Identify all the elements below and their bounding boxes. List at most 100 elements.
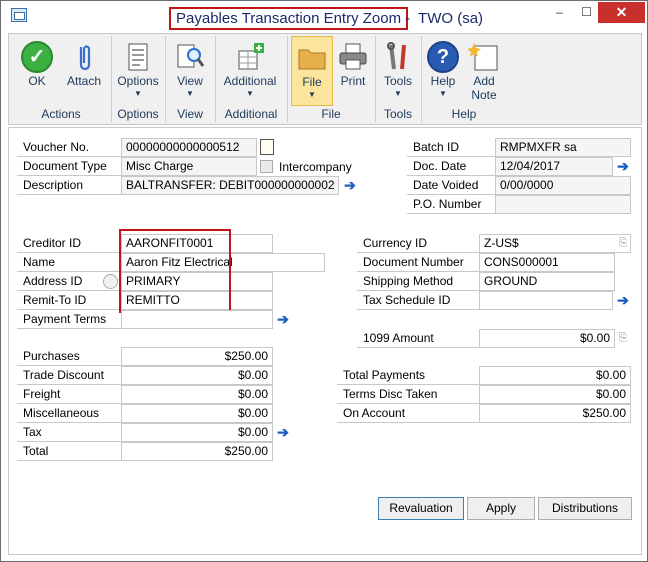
group-tools-label: Tools bbox=[383, 107, 412, 121]
total-label: Total bbox=[17, 442, 121, 461]
miscellaneous-label: Miscellaneous bbox=[17, 404, 121, 423]
on-account-label: On Account bbox=[337, 404, 479, 423]
distributions-button[interactable]: Distributions bbox=[538, 497, 632, 520]
address-lookup-button[interactable] bbox=[103, 274, 118, 289]
voucher-no-label: Voucher No. bbox=[17, 138, 121, 157]
window-title: Payables Transaction Entry Zoom bbox=[169, 7, 409, 30]
view-button[interactable]: View ▼ bbox=[169, 36, 211, 104]
magnifier-icon bbox=[174, 41, 206, 73]
note-icon bbox=[467, 41, 500, 73]
doc-date-label: Doc. Date bbox=[407, 157, 495, 176]
attach-button[interactable]: Attach bbox=[61, 36, 107, 104]
tax-schedule-field[interactable] bbox=[479, 291, 613, 310]
add-note-button[interactable]: Add Note bbox=[463, 36, 505, 104]
total-payments-field[interactable]: $0.00 bbox=[479, 366, 631, 385]
close-button[interactable]: ✕ bbox=[598, 2, 645, 23]
help-icon: ? bbox=[427, 41, 459, 73]
currency-expand-icon[interactable]: ⎘ bbox=[617, 236, 629, 251]
shipping-method-field[interactable]: GROUND bbox=[479, 272, 615, 291]
minimize-button[interactable]: – bbox=[546, 2, 573, 23]
terms-disc-taken-field[interactable]: $0.00 bbox=[479, 385, 631, 404]
maximize-button[interactable]: ☐ bbox=[573, 2, 600, 23]
terms-disc-taken-label: Terms Disc Taken bbox=[337, 385, 479, 404]
dropdown-arrow-icon: ▼ bbox=[186, 89, 194, 98]
name-label: Name bbox=[17, 253, 121, 272]
tools-icon bbox=[382, 41, 414, 73]
po-number-field[interactable] bbox=[495, 195, 631, 214]
total-payments-label: Total Payments bbox=[337, 366, 479, 385]
tax-label: Tax bbox=[17, 423, 121, 442]
tax-schedule-label: Tax Schedule ID bbox=[357, 291, 479, 310]
description-field[interactable]: BALTRANSFER: DEBIT000000000002 bbox=[121, 176, 339, 195]
window-title-company: - TWO (sa) bbox=[405, 10, 484, 27]
group-actions-label: Actions bbox=[41, 107, 81, 121]
ok-button[interactable]: ✓ OK bbox=[13, 36, 61, 104]
tools-button[interactable]: Tools ▼ bbox=[377, 36, 419, 104]
document-number-field[interactable]: CONS000001 bbox=[479, 253, 615, 272]
doc-date-field[interactable]: 12/04/2017 bbox=[495, 157, 613, 176]
remit-to-label: Remit-To ID bbox=[17, 291, 121, 310]
check-icon: ✓ bbox=[21, 41, 53, 73]
revaluation-button[interactable]: Revaluation bbox=[378, 497, 464, 520]
window: Payables Transaction Entry Zoom - TWO (s… bbox=[0, 0, 648, 562]
purchases-field[interactable]: $250.00 bbox=[121, 347, 273, 366]
date-voided-label: Date Voided bbox=[407, 176, 495, 195]
on-account-field[interactable]: $250.00 bbox=[479, 404, 631, 423]
purchases-label: Purchases bbox=[17, 347, 121, 366]
dropdown-arrow-icon: ▼ bbox=[246, 89, 254, 98]
amount-1099-expand-icon[interactable]: ⎘ bbox=[617, 331, 629, 346]
amount-1099-label: 1099 Amount bbox=[357, 329, 479, 348]
dropdown-arrow-icon: ▼ bbox=[394, 89, 402, 98]
freight-field[interactable]: $0.00 bbox=[121, 385, 273, 404]
trade-discount-label: Trade Discount bbox=[17, 366, 121, 385]
amount-1099-field[interactable]: $0.00 bbox=[479, 329, 615, 348]
print-button[interactable]: Print bbox=[333, 36, 373, 104]
additional-grid-icon bbox=[234, 41, 266, 73]
trade-discount-field[interactable]: $0.00 bbox=[121, 366, 273, 385]
tax-schedule-arrow-icon[interactable]: ➔ bbox=[614, 291, 632, 310]
payment-terms-label: Payment Terms bbox=[17, 310, 121, 329]
group-view-label: View bbox=[177, 107, 203, 121]
file-button[interactable]: File ▼ bbox=[291, 36, 333, 106]
payment-terms-field[interactable] bbox=[121, 310, 273, 329]
group-help-label: Help bbox=[451, 107, 477, 121]
help-button[interactable]: ? Help ▼ bbox=[423, 36, 463, 104]
total-field[interactable]: $250.00 bbox=[121, 442, 273, 461]
paperclip-icon bbox=[68, 41, 100, 73]
currency-id-label: Currency ID bbox=[357, 234, 479, 253]
document-type-field[interactable]: Misc Charge bbox=[121, 157, 257, 176]
intercompany-label: Intercompany bbox=[279, 160, 352, 174]
description-arrow-icon[interactable]: ➔ bbox=[341, 176, 359, 195]
batch-id-field[interactable]: RMPMXFR sa bbox=[495, 138, 631, 157]
group-file-label: File bbox=[321, 107, 341, 121]
group-options-label: Options bbox=[117, 107, 159, 121]
apply-button[interactable]: Apply bbox=[467, 497, 535, 520]
dropdown-arrow-icon: ▼ bbox=[134, 89, 142, 98]
options-list-icon bbox=[122, 41, 154, 73]
title-bar: Payables Transaction Entry Zoom - TWO (s… bbox=[1, 1, 647, 33]
voucher-no-field[interactable]: 00000000000000512 bbox=[121, 138, 257, 157]
document-type-label: Document Type bbox=[17, 157, 121, 176]
dropdown-arrow-icon: ▼ bbox=[308, 90, 316, 99]
note-page-icon[interactable] bbox=[260, 139, 274, 155]
shipping-method-label: Shipping Method bbox=[357, 272, 479, 291]
payment-terms-arrow-icon[interactable]: ➔ bbox=[274, 310, 292, 329]
tax-arrow-icon[interactable]: ➔ bbox=[274, 423, 292, 442]
intercompany-checkbox[interactable] bbox=[260, 160, 273, 173]
tax-field[interactable]: $0.00 bbox=[121, 423, 273, 442]
po-number-label: P.O. Number bbox=[407, 195, 495, 214]
dropdown-arrow-icon: ▼ bbox=[439, 89, 447, 98]
creditor-highlight-box bbox=[119, 229, 231, 313]
creditor-id-label: Creditor ID bbox=[17, 234, 121, 253]
miscellaneous-field[interactable]: $0.00 bbox=[121, 404, 273, 423]
freight-label: Freight bbox=[17, 385, 121, 404]
app-icon bbox=[11, 8, 27, 22]
currency-id-field[interactable]: Z-US$ bbox=[479, 234, 631, 253]
doc-date-arrow-icon[interactable]: ➔ bbox=[614, 157, 632, 176]
options-button[interactable]: Options ▼ bbox=[115, 36, 161, 104]
description-label: Description bbox=[17, 176, 121, 195]
additional-button[interactable]: Additional ▼ bbox=[217, 36, 283, 104]
form-area: Voucher No. 00000000000000512 Document T… bbox=[8, 127, 642, 555]
ribbon-toolbar: ✓ OK Attach Options ▼ View ▼ Additional … bbox=[8, 33, 642, 125]
date-voided-field[interactable]: 0/00/0000 bbox=[495, 176, 631, 195]
